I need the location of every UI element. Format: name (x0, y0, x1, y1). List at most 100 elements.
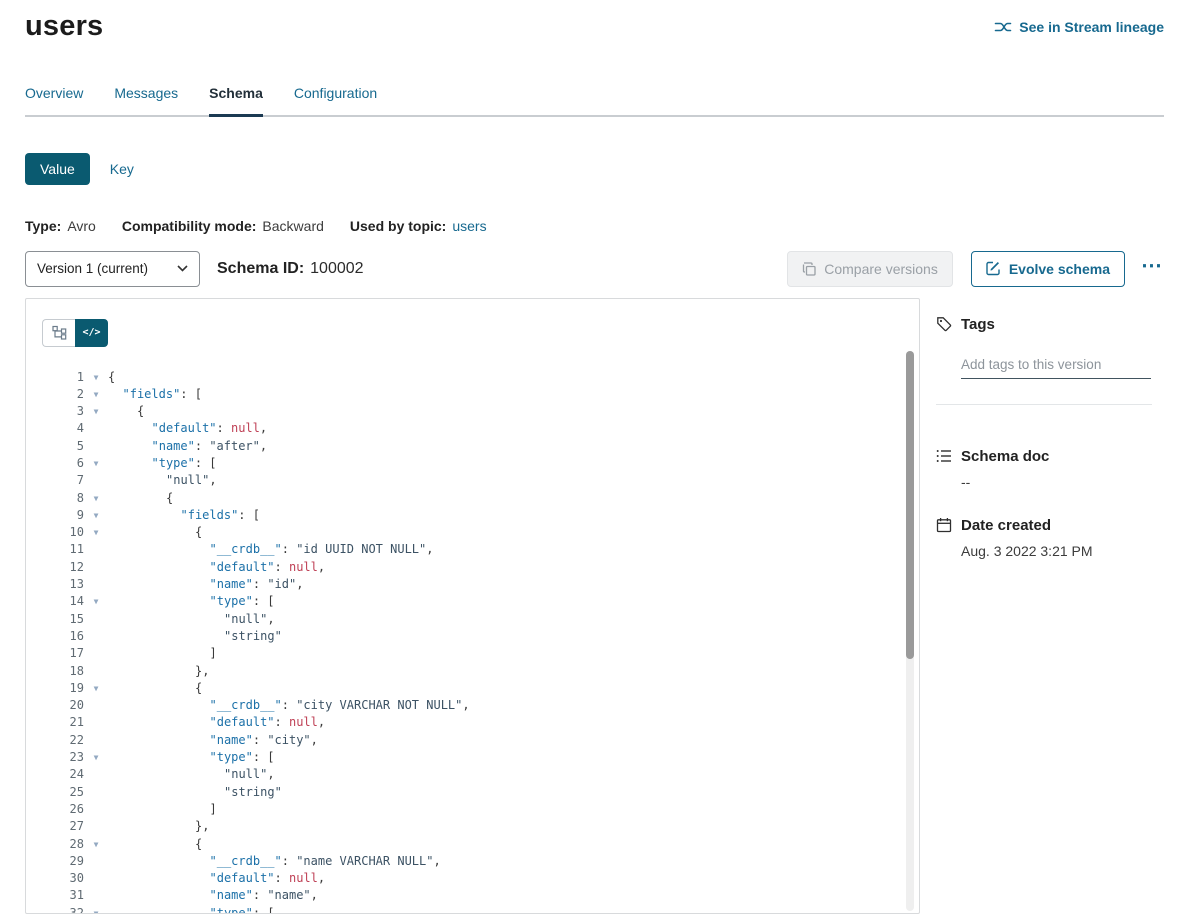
line-number: 21 (42, 714, 84, 731)
tree-view-button[interactable] (42, 319, 75, 347)
code-line: 1▼{ (42, 369, 919, 386)
fold-caret-icon[interactable]: ▼ (84, 749, 108, 766)
line-number: 26 (42, 801, 84, 818)
evolve-schema-button[interactable]: Evolve schema (971, 251, 1125, 287)
code-text: { (108, 680, 202, 697)
code-line: 32▼"type": [ (42, 905, 919, 914)
tab-overview[interactable]: Overview (25, 85, 83, 117)
stream-lineage-link[interactable]: See in Stream lineage (994, 19, 1164, 35)
schema-doc-section-header: Schema doc (936, 448, 1164, 465)
schema-code-panel: </> 1▼{2▼"fields": [3▼{4"default": null,… (25, 298, 920, 914)
code-text: "__crdb__": "id UUID NOT NULL", (108, 541, 433, 558)
fold-caret-empty (84, 714, 108, 731)
tab-schema[interactable]: Schema (209, 85, 263, 117)
line-number: 16 (42, 628, 84, 645)
value-toggle-button[interactable]: Value (25, 153, 90, 185)
page: users See in Stream lineage Overview Mes… (0, 0, 1189, 916)
fold-caret-icon[interactable]: ▼ (84, 386, 108, 403)
version-select[interactable]: Version 1 (current) (25, 251, 200, 287)
code-text: }, (108, 663, 209, 680)
code-text: }, (108, 818, 209, 835)
fold-caret-empty (84, 784, 108, 801)
code-line: 17] (42, 645, 919, 662)
code-text: "name": "after", (108, 438, 267, 455)
date-created-section-header: Date created (936, 517, 1164, 534)
code-text: "null", (108, 472, 217, 489)
code-line: 18}, (42, 663, 919, 680)
stream-lineage-label: See in Stream lineage (1019, 19, 1164, 35)
line-number: 29 (42, 853, 84, 870)
fold-caret-icon[interactable]: ▼ (84, 403, 108, 420)
tag-icon (936, 316, 952, 332)
code-text: "name": "id", (108, 576, 303, 593)
code-text: "type": [ (108, 593, 275, 610)
code-line: 21"default": null, (42, 714, 919, 731)
type-value: Avro (67, 218, 96, 234)
line-number: 11 (42, 541, 84, 558)
fold-caret-icon[interactable]: ▼ (84, 455, 108, 472)
code-text: { (108, 524, 202, 541)
code-text: "name": "city", (108, 732, 318, 749)
code-line: 16"string" (42, 628, 919, 645)
fold-caret-icon[interactable]: ▼ (84, 524, 108, 541)
fold-caret-icon[interactable]: ▼ (84, 507, 108, 524)
code-text: "type": [ (108, 455, 217, 472)
tab-configuration[interactable]: Configuration (294, 85, 377, 117)
code-text: "null", (108, 766, 275, 783)
line-number: 7 (42, 472, 84, 489)
tags-input[interactable] (961, 355, 1151, 379)
fold-caret-empty (84, 697, 108, 714)
compatibility-label: Compatibility mode: (122, 218, 257, 234)
view-toggle-group: </> (42, 319, 919, 347)
code-text: "default": null, (108, 420, 267, 437)
code-line: 24 "null", (42, 766, 919, 783)
code-line: 23▼"type": [ (42, 749, 919, 766)
fold-caret-icon[interactable]: ▼ (84, 369, 108, 386)
details-sidebar: Tags Schema doc -- (920, 298, 1164, 914)
page-title: users (25, 10, 103, 43)
line-number: 20 (42, 697, 84, 714)
date-created-value: Aug. 3 2022 3:21 PM (961, 543, 1164, 559)
code-line: 26] (42, 801, 919, 818)
line-number: 4 (42, 420, 84, 437)
line-number: 10 (42, 524, 84, 541)
line-number: 15 (42, 611, 84, 628)
code-text: "string" (108, 784, 282, 801)
line-number: 30 (42, 870, 84, 887)
compare-versions-button[interactable]: Compare versions (787, 251, 953, 287)
scrollbar[interactable] (906, 351, 914, 911)
code-line: 19▼{ (42, 680, 919, 697)
code-text: "name": "name", (108, 887, 318, 904)
line-number: 1 (42, 369, 84, 386)
topic-link[interactable]: users (452, 218, 486, 234)
fold-caret-empty (84, 628, 108, 645)
more-options-button[interactable]: ⋯ (1139, 255, 1164, 282)
fold-caret-icon[interactable]: ▼ (84, 593, 108, 610)
code-line: 25"string" (42, 784, 919, 801)
fold-caret-icon[interactable]: ▼ (84, 680, 108, 697)
key-toggle-button[interactable]: Key (110, 161, 134, 177)
line-number: 32 (42, 905, 84, 914)
code-view-button[interactable]: </> (75, 319, 108, 347)
code-text: { (108, 490, 173, 507)
fold-caret-empty (84, 420, 108, 437)
code-line: 10▼{ (42, 524, 919, 541)
line-number: 31 (42, 887, 84, 904)
code-line: 28▼{ (42, 836, 919, 853)
line-number: 6 (42, 455, 84, 472)
line-number: 24 (42, 766, 84, 783)
tab-messages[interactable]: Messages (114, 85, 178, 117)
scrollbar-thumb[interactable] (906, 351, 914, 659)
fold-caret-empty (84, 732, 108, 749)
line-number: 5 (42, 438, 84, 455)
code-text: "null", (108, 611, 275, 628)
fold-caret-icon[interactable]: ▼ (84, 490, 108, 507)
date-created-title: Date created (961, 517, 1051, 534)
fold-caret-icon[interactable]: ▼ (84, 905, 108, 914)
tags-title: Tags (961, 316, 995, 333)
schema-doc-icon (936, 448, 952, 464)
code-view-icon: </> (82, 327, 100, 338)
code-text: "fields": [ (108, 386, 202, 403)
fold-caret-icon[interactable]: ▼ (84, 836, 108, 853)
line-number: 28 (42, 836, 84, 853)
